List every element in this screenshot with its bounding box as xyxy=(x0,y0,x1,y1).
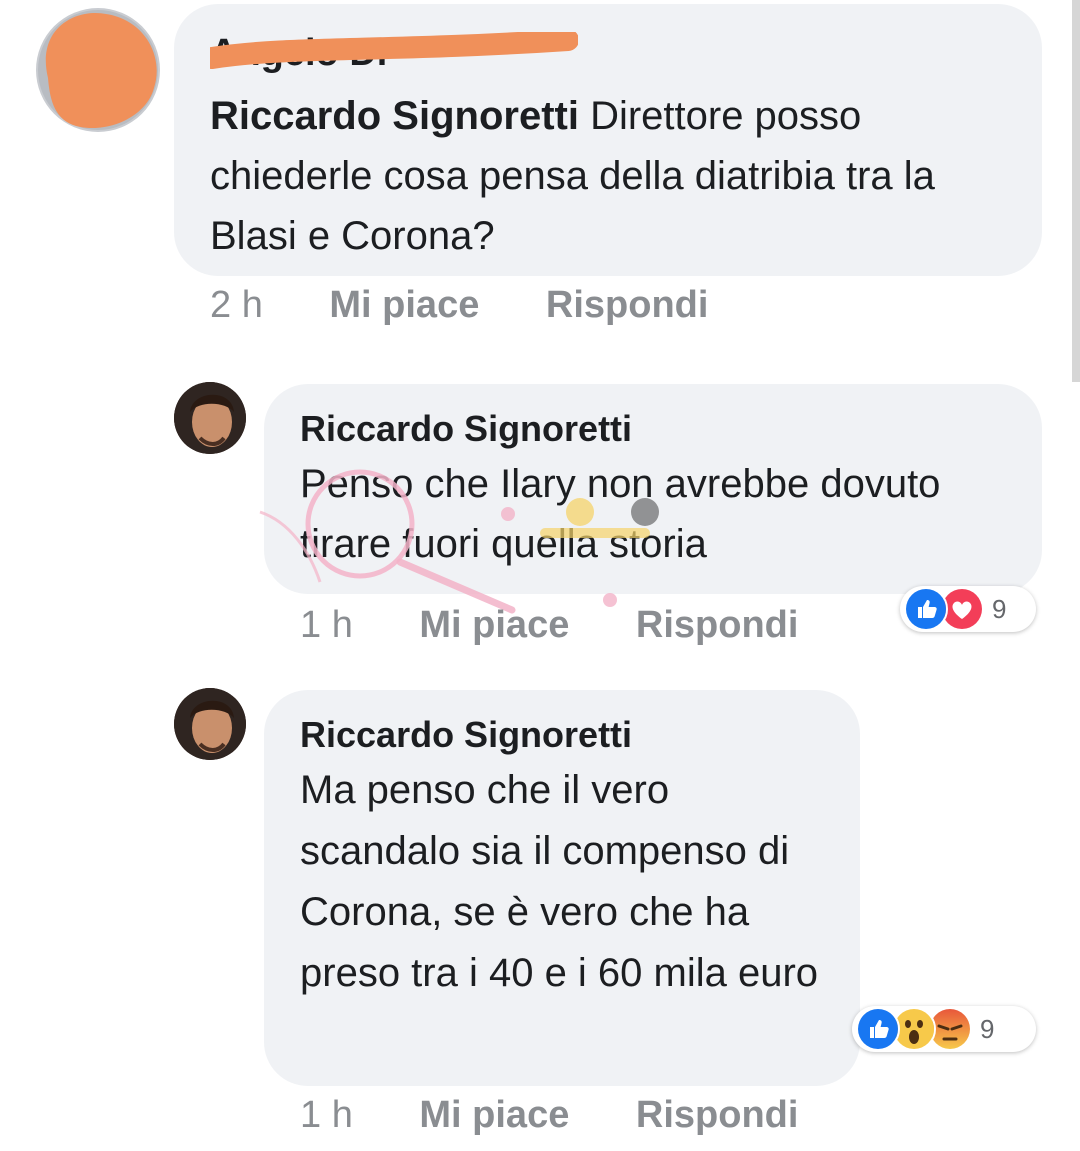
reactions-summary[interactable]: 9 xyxy=(852,1006,1036,1052)
reply-bubble: Riccardo Signoretti Penso che Ilary non … xyxy=(264,384,1042,594)
reply-author[interactable]: Riccardo Signoretti xyxy=(300,712,824,758)
reply-text: Penso che Ilary non avrebbe dovuto tirar… xyxy=(300,462,941,566)
comment-actions: 2 h Mi piace Rispondi xyxy=(210,284,708,327)
like-icon xyxy=(856,1007,900,1051)
like-icon xyxy=(904,587,948,631)
reply-actions: 1 h Mi piace Rispondi xyxy=(300,1094,798,1137)
comment-bubble: Angelo Di Riccardo Signoretti Direttore … xyxy=(174,4,1042,276)
reply-avatar[interactable] xyxy=(174,382,246,454)
reaction-count: 9 xyxy=(992,593,1007,624)
profile-photo xyxy=(174,688,246,760)
author-scribble xyxy=(210,32,578,69)
reactions-summary[interactable]: 9 xyxy=(900,586,1036,632)
like-button[interactable]: Mi piace xyxy=(419,604,569,646)
reply-button[interactable]: Rispondi xyxy=(636,604,799,646)
reply-avatar[interactable] xyxy=(174,688,246,760)
reply-time[interactable]: 1 h xyxy=(300,1094,353,1136)
comment-time[interactable]: 2 h xyxy=(210,284,263,326)
avatar-scribble xyxy=(38,10,158,130)
profile-photo xyxy=(174,382,246,454)
like-button[interactable]: Mi piace xyxy=(419,1094,569,1136)
comment-text: Riccardo Signoretti Direttore posso chie… xyxy=(210,94,935,258)
mentioned-user[interactable]: Riccardo Signoretti xyxy=(210,94,579,138)
reply-bubble: Riccardo Signoretti Ma penso che il vero… xyxy=(264,690,860,1086)
reply-actions: 1 h Mi piace Rispondi xyxy=(300,604,798,647)
scrollbar[interactable] xyxy=(1072,0,1080,382)
reply-time[interactable]: 1 h xyxy=(300,604,353,646)
reply-button[interactable]: Rispondi xyxy=(546,284,709,326)
commenter-avatar[interactable] xyxy=(36,8,160,132)
reaction-count: 9 xyxy=(980,1013,995,1044)
comment-author[interactable]: Angelo Di xyxy=(210,20,1006,86)
reply-text: Ma penso che il vero scandalo sia il com… xyxy=(300,768,819,995)
reply-author[interactable]: Riccardo Signoretti xyxy=(300,406,1006,452)
reply-button[interactable]: Rispondi xyxy=(636,1094,799,1136)
like-button[interactable]: Mi piace xyxy=(329,284,479,326)
